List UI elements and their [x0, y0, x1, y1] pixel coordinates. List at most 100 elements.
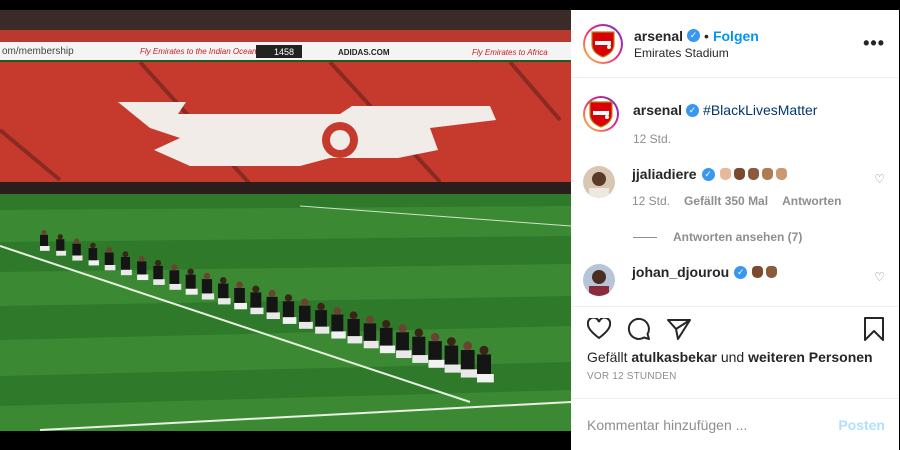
player-shorts [379, 345, 396, 354]
caption-username[interactable]: arsenal [633, 102, 682, 118]
player-shorts [347, 336, 363, 344]
player-figure [331, 314, 344, 332]
like-heart-icon[interactable] [587, 318, 611, 340]
player-head [447, 337, 456, 346]
caption-avatar[interactable] [583, 96, 619, 132]
avatar[interactable] [583, 166, 615, 198]
post-comment-button[interactable]: Posten [838, 417, 885, 433]
player-shorts [298, 321, 313, 329]
banner-left-text: om/membership [2, 46, 74, 57]
player-figure [412, 336, 426, 356]
post-photo[interactable]: om/membership Fly Emirates to the Indian… [0, 10, 571, 431]
player-shorts [444, 364, 461, 373]
view-replies-button[interactable]: Antworten ansehen (7) [633, 230, 885, 244]
player-shorts [169, 283, 182, 290]
follow-button[interactable]: Folgen [713, 28, 759, 44]
player-shorts [104, 264, 116, 271]
player-head [268, 289, 276, 298]
player-head [57, 234, 63, 240]
likes-middle: und [720, 349, 745, 365]
heart-icon[interactable]: ♡ [874, 172, 885, 186]
player-figure [315, 310, 327, 327]
player-head [479, 345, 489, 355]
heart-icon[interactable]: ♡ [874, 270, 885, 284]
list-item: jjaliadiere ✓ 12 Std. Gefällt 350 Mal An… [583, 166, 885, 208]
player-shorts [72, 255, 83, 261]
comment-username[interactable]: johan_djourou [632, 264, 729, 280]
player-shorts [137, 274, 149, 281]
liked-by-username[interactable]: atulkasbekar [631, 349, 717, 365]
player-figure [234, 287, 245, 303]
player-shorts [477, 374, 494, 383]
raised-fist-emoji-icon [752, 266, 778, 278]
player-head [301, 298, 309, 306]
reply-button[interactable]: Antworten [782, 194, 841, 208]
player-head [284, 294, 293, 302]
player-figure [104, 252, 114, 265]
comment-time[interactable]: 12 Std. [632, 194, 670, 208]
comments-list[interactable]: arsenal ✓ #BlackLivesMatter 12 Std. jjal… [571, 78, 899, 306]
player-shorts [331, 331, 346, 339]
player-figure [460, 349, 475, 370]
caption-time[interactable]: 12 Std. [633, 132, 817, 146]
likes-others-link[interactable]: weiteren Personen [748, 349, 873, 365]
player-shorts [88, 260, 99, 266]
player-head [219, 277, 227, 284]
comment-bubble-icon[interactable] [627, 317, 651, 341]
location-link[interactable]: Emirates Stadium [634, 46, 863, 60]
player-head [138, 255, 145, 262]
post-header: arsenal ✓ • Folgen Emirates Stadium ••• [571, 10, 899, 78]
post-timestamp[interactable]: VOR 12 STUNDEN [587, 371, 885, 382]
share-send-icon[interactable] [667, 318, 691, 340]
avatar[interactable] [583, 23, 623, 64]
post-username[interactable]: arsenal [634, 28, 683, 44]
player-shorts [396, 350, 412, 359]
player-figure [282, 301, 295, 318]
player-head [203, 272, 211, 280]
player-figure [40, 234, 48, 246]
more-options-icon[interactable]: ••• [863, 33, 885, 54]
player-figure [428, 341, 442, 360]
fist-emoji-icon [766, 266, 778, 278]
player-head [463, 341, 473, 351]
verified-badge-icon: ✓ [686, 103, 700, 117]
comment-likes[interactable]: Gefällt 350 Mal [684, 194, 768, 208]
add-comment-bar: Posten [571, 398, 899, 450]
player-figure [347, 318, 360, 337]
view-replies-label: Antworten ansehen (7) [673, 230, 803, 244]
verified-badge-icon: ✓ [701, 167, 715, 181]
player-shorts [201, 293, 215, 300]
player-figure [153, 265, 163, 280]
fist-emoji-icon [775, 168, 787, 180]
player-figure [266, 296, 278, 313]
caption: arsenal ✓ #BlackLivesMatter 12 Std. [583, 96, 885, 146]
comment-username[interactable]: jjaliadiere [632, 166, 697, 182]
player-head [382, 319, 391, 329]
player-head [90, 242, 96, 249]
player-head [41, 229, 47, 235]
raised-fist-emoji-icon [719, 168, 787, 180]
player-figure [298, 305, 311, 322]
player-head [155, 259, 162, 266]
player-figure [444, 345, 459, 365]
player-head [333, 307, 342, 315]
player-head [317, 302, 325, 311]
save-bookmark-icon[interactable] [863, 317, 885, 341]
player-shorts [460, 369, 478, 378]
player-shorts [315, 326, 330, 334]
player-shorts [363, 340, 379, 349]
player-shorts [266, 312, 280, 320]
player-figure [88, 248, 98, 261]
player-figure [396, 332, 409, 351]
player-figure [477, 354, 491, 374]
comment-input[interactable] [587, 416, 839, 433]
instagram-post-modal: om/membership Fly Emirates to the Indian… [0, 0, 900, 450]
avatar[interactable] [583, 264, 615, 296]
player-figure [250, 292, 262, 308]
banner-adidas-text: ADIDAS.COM [338, 48, 390, 57]
caption-hashtag[interactable]: #BlackLivesMatter [703, 102, 817, 118]
player-head [171, 264, 178, 271]
player-head [122, 251, 129, 258]
fist-emoji-icon [752, 266, 764, 278]
list-item: johan_djourou ✓ ♡ [583, 264, 885, 296]
